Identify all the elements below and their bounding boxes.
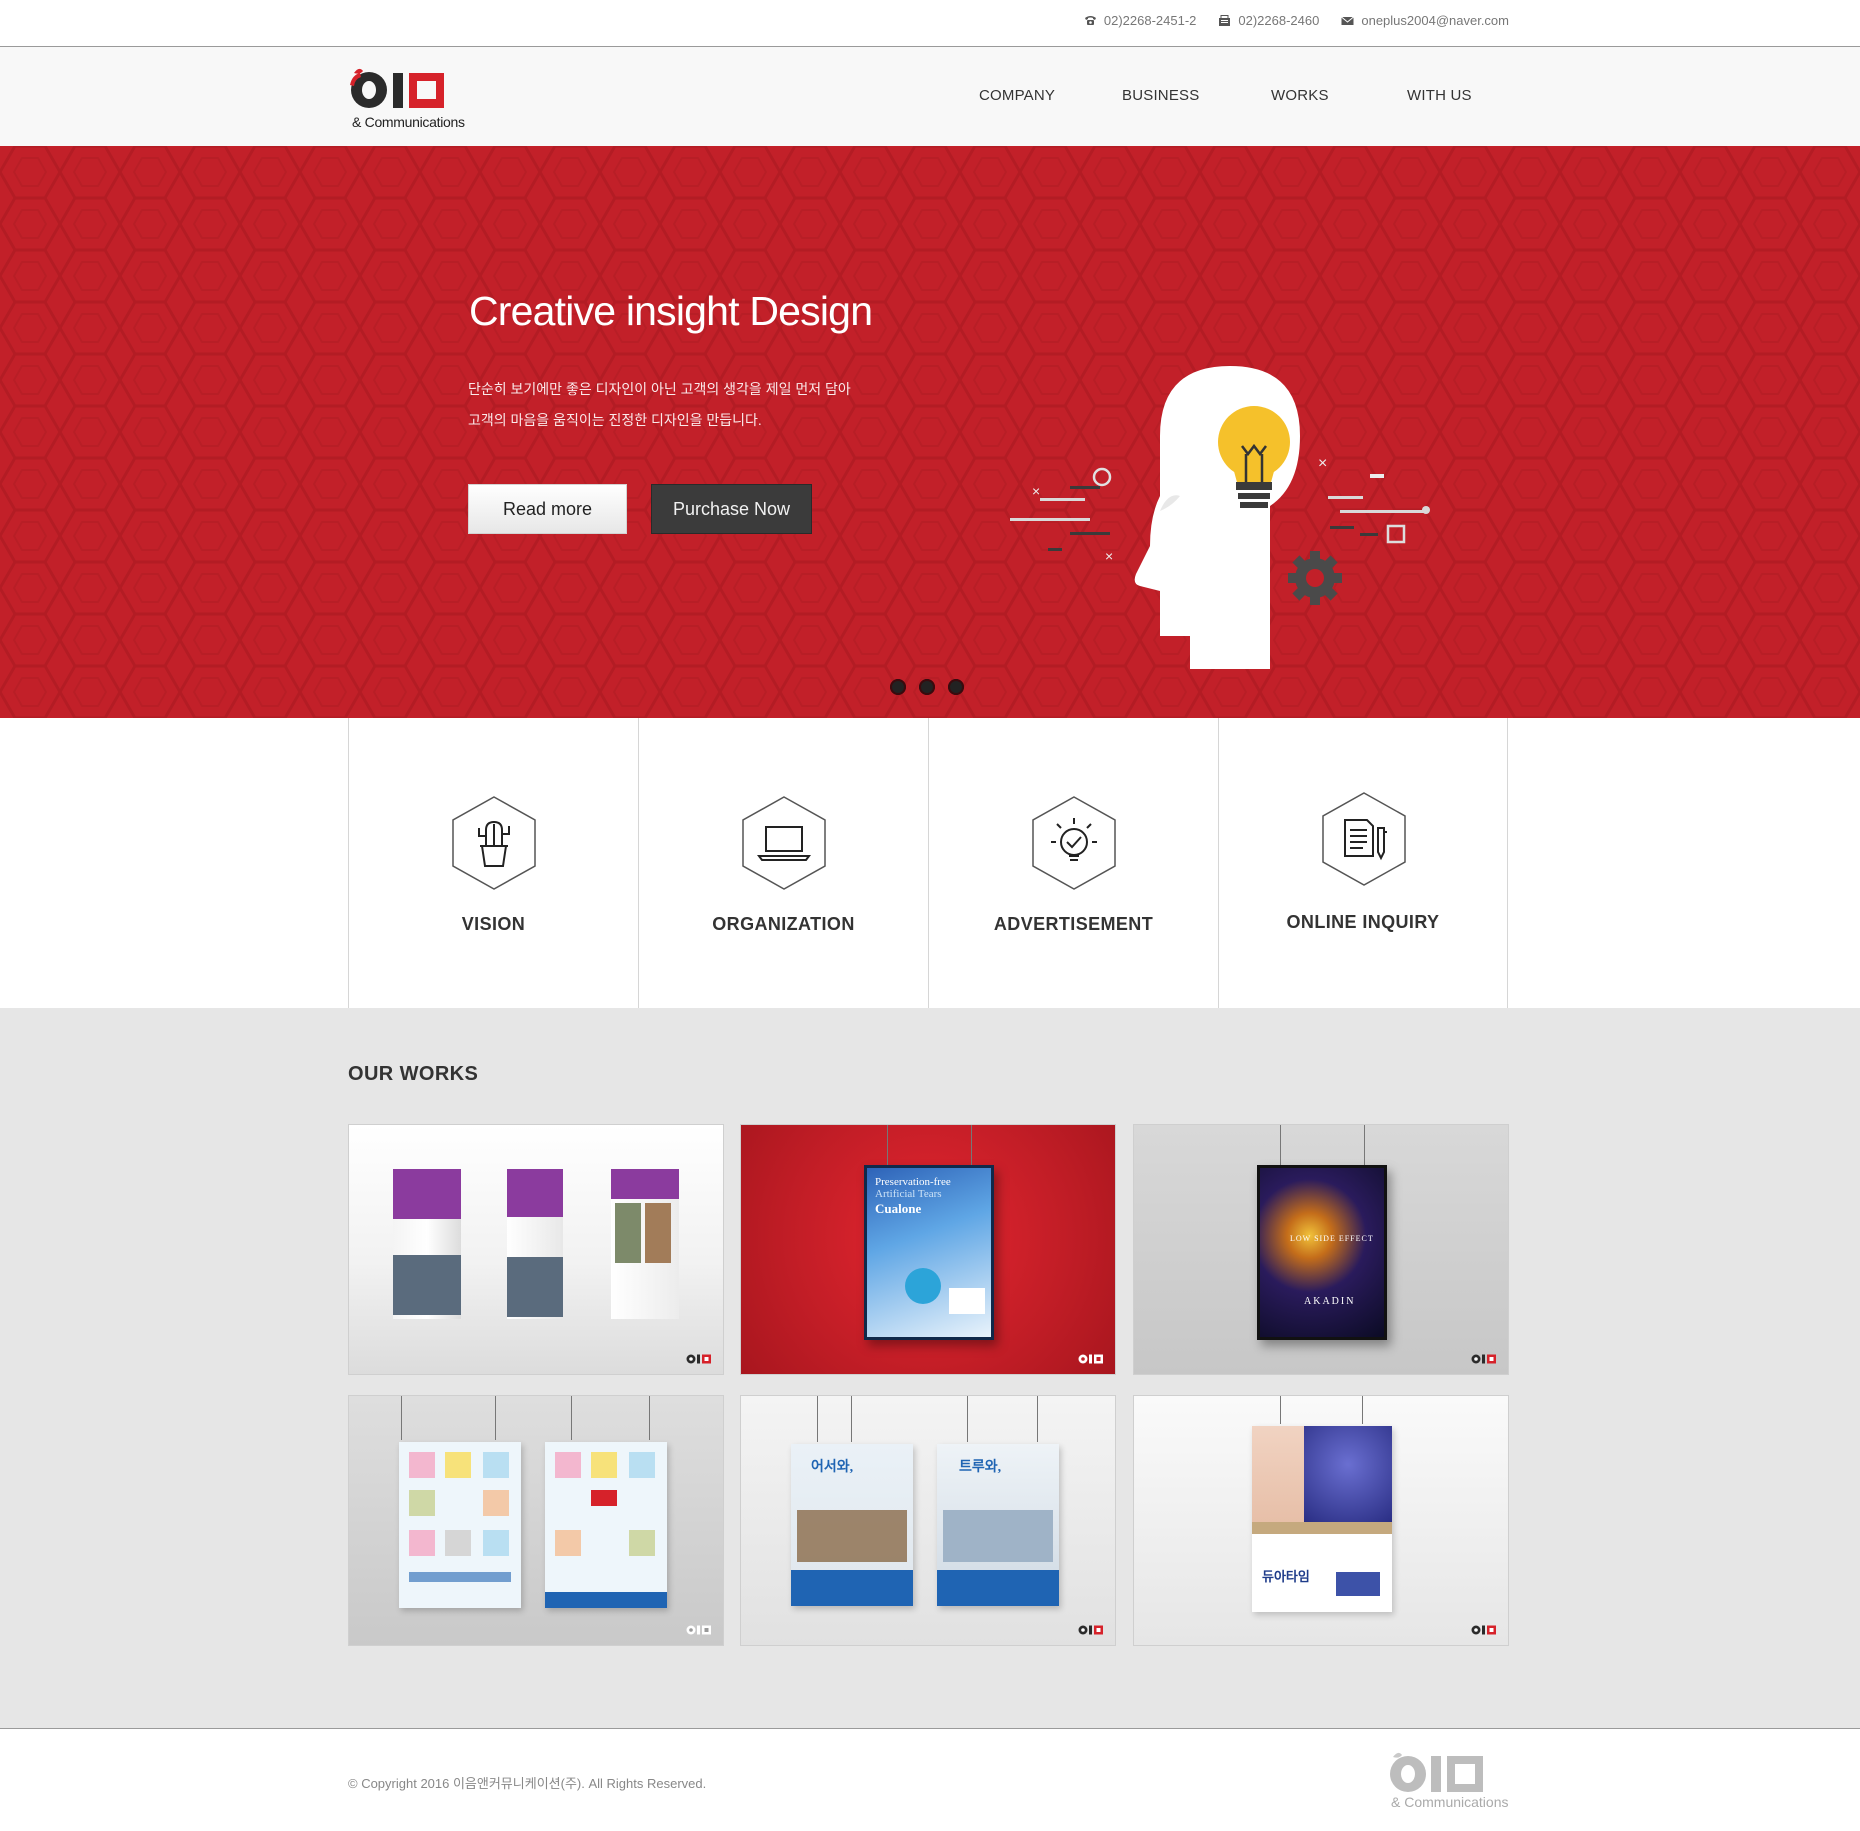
hero-slider: Creative insight Design 단순히 보기에만 좋은 디자인이… — [0, 146, 1860, 718]
feature-online-inquiry[interactable]: ONLINE INQUIRY — [1218, 718, 1508, 1008]
main-nav: COMPANY BUSINESS WORKS WITH US — [0, 87, 1860, 107]
contact-info: 02)2268-2451-2 02)2268-2460 oneplus2004@… — [1084, 13, 1509, 28]
logo-subtitle: & Communications — [352, 114, 465, 130]
copyright-text: © Copyright 2016 이음앤커뮤니케이션(주). All Right… — [348, 1776, 707, 1791]
akadin-poster-subtitle: AKADIN — [1304, 1296, 1356, 1307]
work-box-character-posters[interactable]: 어서와, 트루와, — [740, 1395, 1116, 1646]
nav-business[interactable]: BUSINESS — [1122, 87, 1199, 104]
phone-contact: 02)2268-2451-2 — [1084, 13, 1197, 28]
svg-text:×: × — [1105, 548, 1113, 564]
cactus-icon — [452, 796, 536, 890]
laptop-icon — [742, 796, 826, 890]
work-akadin-poster[interactable]: LOW SIDE EFFECT AKADIN — [1133, 1124, 1509, 1375]
hero-title: Creative insight Design — [469, 288, 873, 334]
feature-advertisement-label: ADVERTISEMENT — [993, 914, 1154, 934]
works-logo-mark — [686, 1354, 711, 1364]
svg-text:×: × — [1032, 483, 1040, 499]
svg-text:×: × — [1318, 455, 1327, 472]
cualone-poster-title: Preservation-free — [875, 1176, 951, 1188]
our-works-section: OUR WORKS Preservation-free Artificial T… — [0, 1008, 1860, 1729]
feature-vision-label: VISION — [461, 914, 526, 934]
footer-logo[interactable]: & Communications — [1386, 1749, 1510, 1815]
purchase-now-button[interactable]: Purchase Now — [651, 484, 812, 534]
works-logo-mark — [686, 1625, 711, 1635]
works-logo-mark — [1471, 1625, 1496, 1635]
feature-advertisement[interactable]: ADVERTISEMENT — [928, 718, 1218, 1008]
nav-company[interactable]: COMPANY — [979, 87, 1055, 104]
box-character-poster-1: 어서와, — [791, 1444, 913, 1606]
works-logo-mark — [1078, 1625, 1103, 1635]
beauty-poster-title: 듀아타임 — [1262, 1569, 1310, 1584]
phone-icon — [1084, 15, 1097, 26]
fax-icon — [1218, 14, 1231, 27]
feature-online-inquiry-label: ONLINE INQUIRY — [1286, 912, 1440, 932]
slider-dot-3[interactable] — [948, 679, 964, 695]
feature-organization[interactable]: ORGANIZATION — [638, 718, 928, 1008]
hero-description-line-1: 단순히 보기에만 좋은 디자인이 아닌 고객의 생각을 제일 먼저 담아 — [468, 381, 851, 397]
email-address[interactable]: oneplus2004@naver.com — [1361, 13, 1509, 28]
work-beauty-poster[interactable]: 듀아타임 — [1133, 1395, 1509, 1646]
work-cualone-poster[interactable]: Preservation-free Artificial Tears Cualo… — [740, 1124, 1116, 1375]
slider-dot-2[interactable] — [919, 679, 935, 695]
cualone-poster-brand: Cualone — [875, 1201, 922, 1216]
hero-description-line-2: 고객의 마음을 움직이는 진정한 디자인을 만듭니다. — [468, 412, 762, 428]
product-box-1 — [393, 1169, 461, 1319]
read-more-button[interactable]: Read more — [468, 484, 627, 534]
mail-icon — [1341, 16, 1355, 26]
akadin-poster: LOW SIDE EFFECT AKADIN — [1257, 1165, 1387, 1340]
our-works-title: OUR WORKS — [348, 1063, 479, 1085]
feature-vision[interactable]: VISION — [348, 718, 638, 1008]
phone-number[interactable]: 02)2268-2451-2 — [1104, 13, 1197, 28]
hero-description: 단순히 보기에만 좋은 디자인이 아닌 고객의 생각을 제일 먼저 담아 고객의… — [468, 374, 851, 436]
cualone-poster: Preservation-free Artificial Tears Cualo… — [864, 1165, 994, 1340]
product-box-3 — [611, 1169, 679, 1319]
fax-contact: 02)2268-2460 — [1218, 13, 1319, 28]
product-box-2 — [507, 1169, 563, 1319]
email-contact: oneplus2004@naver.com — [1341, 13, 1509, 28]
lightbulb-check-icon — [1032, 796, 1116, 890]
top-contact-bar: 02)2268-2451-2 02)2268-2460 oneplus2004@… — [0, 0, 1860, 47]
document-pen-icon — [1322, 792, 1406, 886]
hero-background-pattern — [0, 146, 1860, 718]
akadin-poster-title: LOW SIDE EFFECT — [1290, 1234, 1374, 1243]
slider-dot-1[interactable] — [890, 679, 906, 695]
slider-dots — [890, 679, 964, 695]
people-poster-1 — [399, 1442, 521, 1608]
fax-number: 02)2268-2460 — [1238, 13, 1320, 28]
work-people-posters[interactable] — [348, 1395, 724, 1646]
people-poster-2 — [545, 1442, 667, 1608]
works-logo-mark — [1078, 1354, 1103, 1364]
feature-boxes: VISION ORGANIZATION ADVERTISEMENT ONLINE… — [0, 718, 1860, 1008]
cualone-poster-subtitle: Artificial Tears — [875, 1188, 942, 1200]
nav-works[interactable]: WORKS — [1271, 87, 1329, 104]
poster-headline-b: 트루와, — [959, 1460, 1002, 1475]
feature-organization-label: ORGANIZATION — [712, 914, 855, 934]
footer-logo-subtitle: & Communications — [1391, 1794, 1509, 1810]
beauty-poster: 듀아타임 — [1252, 1426, 1392, 1612]
footer-logo-mark — [1390, 1752, 1483, 1792]
work-boxes[interactable] — [348, 1124, 724, 1375]
head-lightbulb-illustration: × × × — [1010, 366, 1430, 669]
poster-headline-a: 어서와, — [811, 1460, 854, 1475]
works-logo-mark — [1471, 1354, 1496, 1364]
site-header: & Communications COMPANY BUSINESS WORKS … — [0, 47, 1860, 146]
site-footer: © Copyright 2016 이음앤커뮤니케이션(주). All Right… — [0, 1729, 1860, 1831]
nav-with-us[interactable]: WITH US — [1407, 87, 1472, 104]
box-character-poster-2: 트루와, — [937, 1444, 1059, 1606]
